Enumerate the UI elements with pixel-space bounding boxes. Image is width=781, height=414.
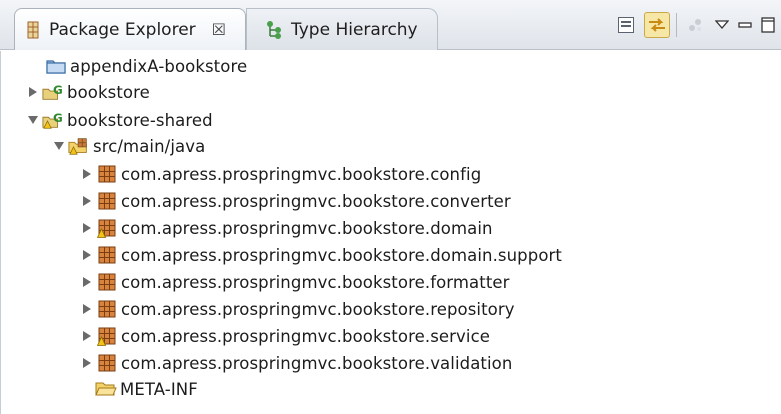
maximize-button[interactable] <box>759 12 777 38</box>
link-with-editor-icon <box>647 16 667 34</box>
expand-arrow-icon[interactable] <box>81 329 93 343</box>
expand-arrow-icon[interactable] <box>81 248 93 262</box>
tab-label: Package Explorer <box>49 19 196 40</box>
tree-item-label: com.apress.prospringmvc.bookstore.valida… <box>121 353 513 373</box>
expand-arrow-icon[interactable] <box>27 85 39 99</box>
tree-item-label: com.apress.prospringmvc.bookstore.domain… <box>121 245 562 265</box>
maximize-icon <box>761 17 775 33</box>
tree-item-label: META-INF <box>120 379 198 399</box>
gradle-project-icon: G <box>42 82 64 102</box>
tree-item-bookstore-shared[interactable]: G bookstore-shared <box>27 107 213 133</box>
tree-item-package-validation[interactable]: com.apress.prospringmvc.bookstore.valida… <box>81 350 512 376</box>
package-icon <box>96 245 118 265</box>
type-hierarchy-icon <box>265 20 283 40</box>
package-warning-icon <box>96 326 118 346</box>
expand-arrow-icon[interactable] <box>81 356 93 370</box>
folder-icon <box>95 379 117 399</box>
tree-item-label: src/main/java <box>93 136 206 156</box>
tree-item-package-config[interactable]: com.apress.prospringmvc.bookstore.config <box>81 161 481 187</box>
collapse-all-button[interactable] <box>613 12 639 38</box>
expand-arrow-icon[interactable] <box>81 302 93 316</box>
collapse-all-icon <box>617 16 635 34</box>
package-icon <box>96 272 118 292</box>
package-icon <box>96 191 118 211</box>
focus-button[interactable] <box>682 12 708 38</box>
close-tab-icon[interactable]: ☒ <box>212 21 226 38</box>
collapse-arrow-icon[interactable] <box>27 113 39 127</box>
minimize-icon <box>738 20 752 30</box>
tree-item-package-converter[interactable]: com.apress.prospringmvc.bookstore.conver… <box>81 188 511 214</box>
tree-item-package-formatter[interactable]: com.apress.prospringmvc.bookstore.format… <box>81 269 510 295</box>
package-explorer-view: Package Explorer ☒ Type Hierarchy append… <box>0 0 781 414</box>
package-explorer-icon <box>25 21 41 39</box>
tree-item-src-main-java[interactable]: src/main/java <box>53 133 205 159</box>
toolbar-separator <box>676 13 677 37</box>
tree-item-meta-inf[interactable]: META-INF <box>95 376 198 402</box>
svg-text:G: G <box>53 83 63 97</box>
tree-item-package-domain-support[interactable]: com.apress.prospringmvc.bookstore.domain… <box>81 242 562 268</box>
tree-item-label: com.apress.prospringmvc.bookstore.domain <box>121 218 493 238</box>
collapse-arrow-icon[interactable] <box>53 139 65 153</box>
source-folder-warning-icon <box>68 136 90 156</box>
view-toolbar <box>608 12 777 38</box>
tree-item-package-service[interactable]: com.apress.prospringmvc.bookstore.servic… <box>81 323 490 349</box>
expand-arrow-icon[interactable] <box>81 221 93 235</box>
package-icon <box>96 299 118 319</box>
tree-item-label: com.apress.prospringmvc.bookstore.servic… <box>121 326 490 346</box>
tree-item-bookstore[interactable]: G bookstore <box>27 79 150 105</box>
tab-package-explorer[interactable]: Package Explorer ☒ <box>14 8 246 50</box>
expand-arrow-icon[interactable] <box>81 275 93 289</box>
gradle-project-warning-icon: G <box>42 110 64 130</box>
package-warning-icon <box>96 218 118 238</box>
focus-icon <box>686 16 704 34</box>
link-with-editor-button[interactable] <box>644 12 670 38</box>
tree-item-label: com.apress.prospringmvc.bookstore.format… <box>121 272 510 292</box>
view-menu-button[interactable] <box>713 12 731 38</box>
tab-label: Type Hierarchy <box>291 19 418 40</box>
tree-item-package-domain[interactable]: com.apress.prospringmvc.bookstore.domain <box>81 215 493 241</box>
tree-item-label: com.apress.prospringmvc.bookstore.conver… <box>121 191 511 211</box>
expand-arrow-icon[interactable] <box>81 167 93 181</box>
tree-item-label: com.apress.prospringmvc.bookstore.reposi… <box>121 299 515 319</box>
svg-text:G: G <box>53 111 63 125</box>
tree-item-label: bookstore-shared <box>67 110 213 130</box>
project-tree: appendixA-bookstore G bookstore G bookst… <box>0 51 781 414</box>
tree-item-label: appendixA-bookstore <box>70 56 248 76</box>
tab-type-hierarchy[interactable]: Type Hierarchy <box>246 8 438 50</box>
package-icon <box>96 164 118 184</box>
project-folder-icon <box>45 56 67 76</box>
expand-arrow-icon[interactable] <box>81 194 93 208</box>
view-menu-icon <box>715 19 729 31</box>
minimize-button[interactable] <box>736 12 754 38</box>
view-tab-bar: Package Explorer ☒ Type Hierarchy <box>0 0 781 50</box>
package-icon <box>96 353 118 373</box>
tree-item-appendixa-bookstore[interactable]: appendixA-bookstore <box>45 53 247 79</box>
tree-item-package-repository[interactable]: com.apress.prospringmvc.bookstore.reposi… <box>81 296 515 322</box>
tree-item-label: com.apress.prospringmvc.bookstore.config <box>121 164 482 184</box>
tree-item-label: bookstore <box>67 82 150 102</box>
